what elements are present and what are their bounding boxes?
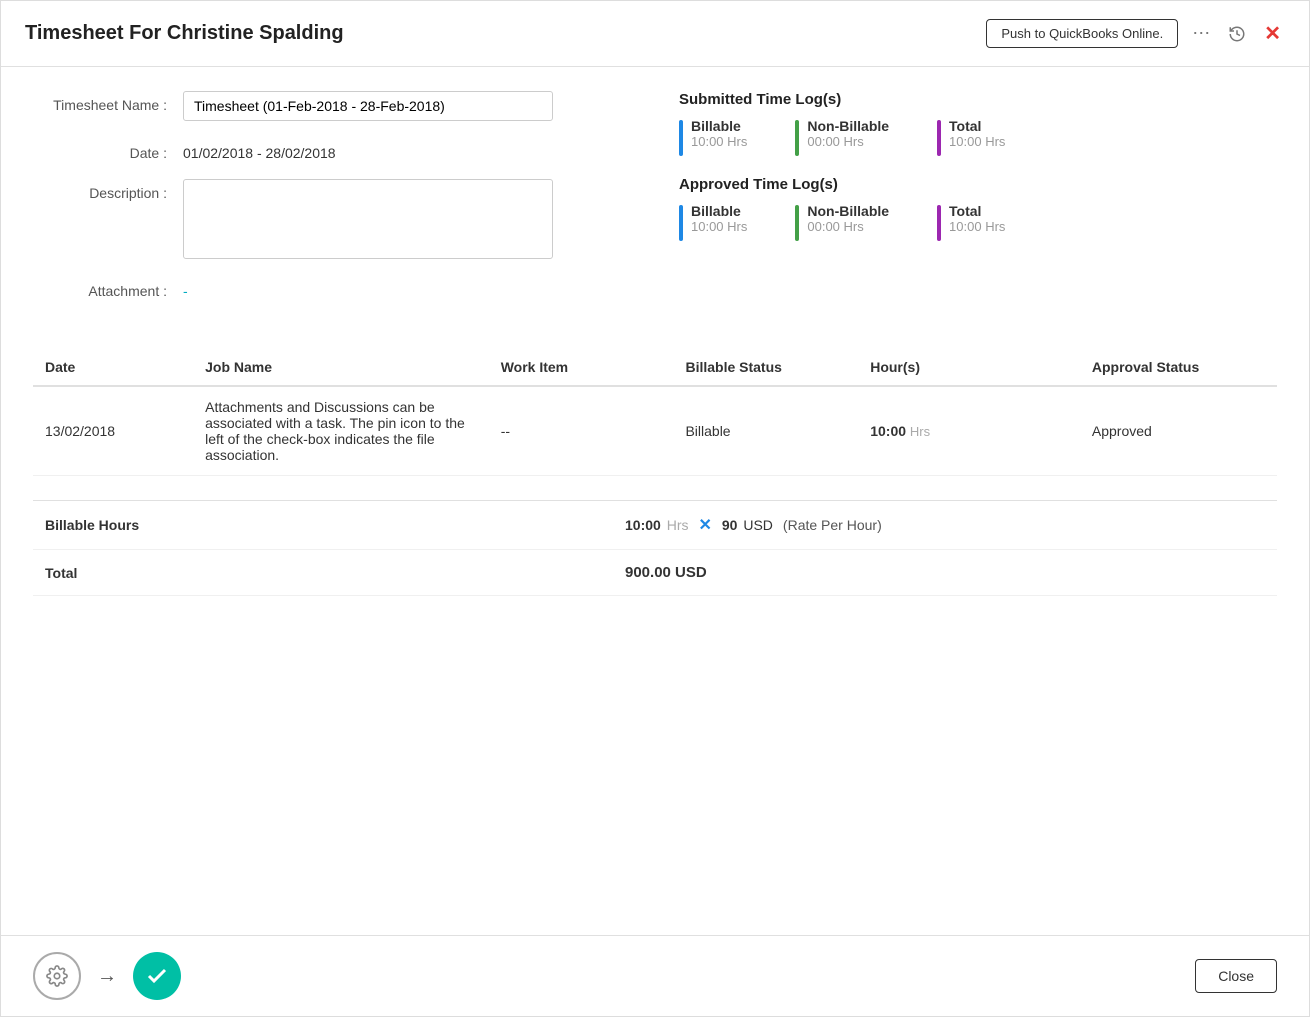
approved-total-bar — [937, 205, 941, 241]
submitted-billable-value: 10:00 Hrs — [691, 134, 747, 149]
billable-hours-label: Billable Hours — [45, 517, 625, 533]
submitted-total-label: Total — [949, 118, 1005, 134]
timesheet-modal: Timesheet For Christine Spalding Push to… — [0, 0, 1310, 1017]
quickbooks-button[interactable]: Push to QuickBooks Online. — [986, 19, 1178, 48]
submitted-total-stat: Total 10:00 Hrs — [937, 118, 1005, 156]
billable-hours-value: 10:00 Hrs ✕ 90 USD (Rate Per Hour) — [625, 515, 882, 535]
multiply-icon: ✕ — [698, 515, 711, 535]
modal-title: Timesheet For Christine Spalding — [25, 22, 344, 45]
col-header-work: Work Item — [489, 349, 674, 386]
history-button[interactable] — [1224, 21, 1250, 47]
header-actions: Push to QuickBooks Online. ⋯ ✕ — [986, 17, 1285, 50]
more-options-button[interactable]: ⋯ — [1188, 19, 1214, 48]
attachment-row: Attachment : - — [33, 277, 631, 299]
non-billable-bar — [795, 120, 799, 156]
rate-desc: (Rate Per Hour) — [783, 517, 882, 533]
modal-footer: → Close — [1, 935, 1309, 1016]
billable-bar — [679, 120, 683, 156]
timesheet-name-label: Timesheet Name : — [33, 91, 183, 113]
row-billable-status: Billable — [673, 386, 858, 476]
modal-body: Timesheet Name : Date : 01/02/2018 - 28/… — [1, 67, 1309, 935]
submitted-non-billable-stat: Non-Billable 00:00 Hrs — [795, 118, 889, 156]
close-button[interactable]: Close — [1195, 959, 1277, 993]
billable-hours-summary-row: Billable Hours 10:00 Hrs ✕ 90 USD (Rate … — [33, 501, 1277, 550]
approved-billable-bar — [679, 205, 683, 241]
top-section: Timesheet Name : Date : 01/02/2018 - 28/… — [33, 91, 1277, 317]
approved-non-billable-value: 00:00 Hrs — [807, 219, 889, 234]
date-value: 01/02/2018 - 28/02/2018 — [183, 139, 336, 161]
modal-header: Timesheet For Christine Spalding Push to… — [1, 1, 1309, 67]
rate-value: 90 USD — [722, 517, 773, 533]
form-section: Timesheet Name : Date : 01/02/2018 - 28/… — [33, 91, 631, 317]
table-header-row: Date Job Name Work Item Billable Status … — [33, 349, 1277, 386]
approved-logs-group: Approved Time Log(s) Billable 10:00 Hrs — [679, 176, 1277, 241]
total-label: Total — [45, 565, 625, 581]
workflow-settings-button[interactable] — [33, 952, 81, 1000]
gear-icon — [46, 965, 68, 987]
col-header-hours: Hour(s) — [858, 349, 1080, 386]
hours-unit: Hrs — [910, 424, 930, 439]
approved-logs-title: Approved Time Log(s) — [679, 176, 1277, 193]
submitted-billable-stat: Billable 10:00 Hrs — [679, 118, 747, 156]
attachment-label: Attachment : — [33, 277, 183, 299]
col-header-date: Date — [33, 349, 193, 386]
row-job-name: Attachments and Discussions can be assoc… — [193, 386, 489, 476]
timesheet-name-row: Timesheet Name : — [33, 91, 631, 121]
row-work-item: -- — [489, 386, 674, 476]
approved-total-value: 10:00 Hrs — [949, 219, 1005, 234]
submitted-logs-title: Submitted Time Log(s) — [679, 91, 1277, 108]
approve-button[interactable] — [133, 952, 181, 1000]
approved-non-billable-bar — [795, 205, 799, 241]
approved-stats-row: Billable 10:00 Hrs Non-Billable 00:00 Hr… — [679, 203, 1277, 241]
row-hours: 10:00 Hrs — [858, 386, 1080, 476]
submitted-non-billable-label: Non-Billable — [807, 118, 889, 134]
col-header-job: Job Name — [193, 349, 489, 386]
row-approval-status: Approved — [1080, 386, 1277, 476]
approved-billable-stat: Billable 10:00 Hrs — [679, 203, 747, 241]
submitted-billable-label: Billable — [691, 118, 747, 134]
more-options-icon: ⋯ — [1192, 23, 1210, 44]
date-label: Date : — [33, 139, 183, 161]
description-input[interactable] — [183, 179, 553, 259]
hours-value: 10:00 — [870, 423, 906, 439]
approved-non-billable-label: Non-Billable — [807, 203, 889, 219]
arrow-right-icon: → — [97, 965, 117, 988]
total-value: 900.00 USD — [625, 564, 707, 581]
approved-non-billable-stat: Non-Billable 00:00 Hrs — [795, 203, 889, 241]
checkmark-icon — [145, 964, 169, 988]
table-row: 13/02/2018 Attachments and Discussions c… — [33, 386, 1277, 476]
timesheet-name-input[interactable] — [183, 91, 553, 121]
approved-billable-value: 10:00 Hrs — [691, 219, 747, 234]
attachment-value[interactable]: - — [183, 277, 188, 299]
description-label: Description : — [33, 179, 183, 201]
billable-hours-number: 10:00 Hrs — [625, 517, 688, 533]
date-row: Date : 01/02/2018 - 28/02/2018 — [33, 139, 631, 161]
approved-billable-label: Billable — [691, 203, 747, 219]
total-bar — [937, 120, 941, 156]
approved-total-label: Total — [949, 203, 1005, 219]
col-header-billable: Billable Status — [673, 349, 858, 386]
billable-hours-unit: Hrs — [667, 517, 689, 533]
col-header-approval: Approval Status — [1080, 349, 1277, 386]
stats-section: Submitted Time Log(s) Billable 10:00 Hrs — [679, 91, 1277, 317]
approved-total-stat: Total 10:00 Hrs — [937, 203, 1005, 241]
history-icon — [1228, 25, 1246, 43]
submitted-total-value: 10:00 Hrs — [949, 134, 1005, 149]
close-header-button[interactable]: ✕ — [1260, 17, 1285, 50]
submitted-stats-row: Billable 10:00 Hrs Non-Billable 00:00 Hr… — [679, 118, 1277, 156]
description-row: Description : — [33, 179, 631, 259]
row-date: 13/02/2018 — [33, 386, 193, 476]
submitted-logs-group: Submitted Time Log(s) Billable 10:00 Hrs — [679, 91, 1277, 156]
total-summary-row: Total 900.00 USD — [33, 550, 1277, 596]
rate-unit: USD — [743, 517, 773, 533]
timesheet-table: Date Job Name Work Item Billable Status … — [33, 349, 1277, 476]
summary-section: Billable Hours 10:00 Hrs ✕ 90 USD (Rate … — [33, 500, 1277, 596]
submitted-non-billable-value: 00:00 Hrs — [807, 134, 889, 149]
workflow-controls: → — [33, 952, 181, 1000]
